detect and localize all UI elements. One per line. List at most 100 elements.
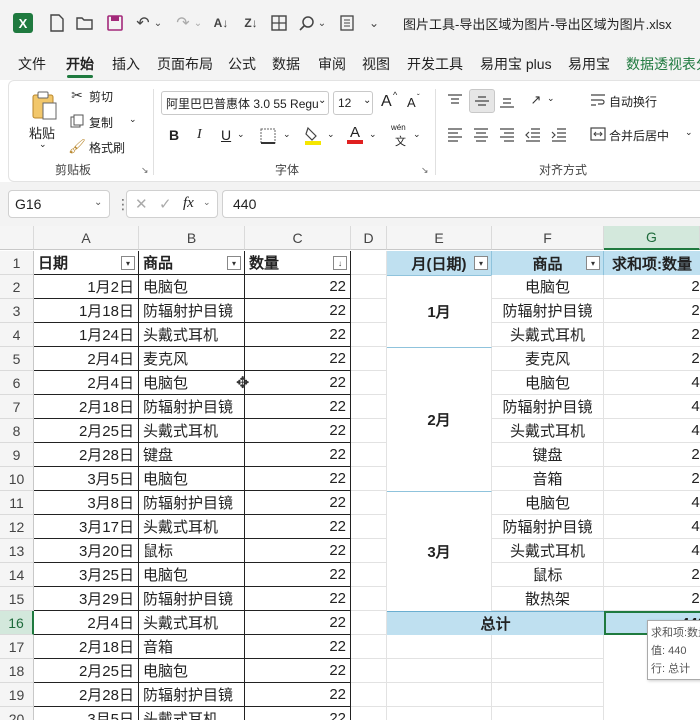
date-cell[interactable]: 3月5日: [34, 467, 139, 491]
row-header-18[interactable]: 18: [0, 659, 34, 683]
product-cell[interactable]: 防辐射护目镜: [139, 587, 245, 611]
date-cell[interactable]: 2月25日: [34, 419, 139, 443]
pivot-sum-cell[interactable]: 22: [604, 563, 700, 587]
pivot-product-cell[interactable]: 音箱: [492, 467, 604, 491]
date-cell[interactable]: 3月8日: [34, 491, 139, 515]
pivot-product-cell[interactable]: 头戴式耳机: [492, 323, 604, 347]
align-top-icon[interactable]: [445, 91, 465, 111]
row-header-16[interactable]: 16: [0, 611, 34, 635]
quantity-cell[interactable]: 22: [245, 275, 351, 299]
product-cell[interactable]: 头戴式耳机: [139, 611, 245, 635]
filter-dropdown-icon[interactable]: ↓: [333, 256, 347, 270]
worksheet-grid[interactable]: A B C D E F G 1 2 3 4 5 6 7 8 9 10 11 12 13 14 15 16 17 18 19 20 日期…: [0, 226, 700, 720]
pivot-product-cell[interactable]: 麦克风: [492, 347, 604, 371]
italic-button[interactable]: I: [197, 127, 202, 143]
borders-icon[interactable]: [268, 12, 290, 34]
tab-view[interactable]: 视图: [362, 54, 390, 74]
date-cell[interactable]: 3月17日: [34, 515, 139, 539]
date-cell[interactable]: 3月29日: [34, 587, 139, 611]
pivot-filter-active-icon[interactable]: ▾: [474, 256, 488, 270]
undo-dropdown-icon[interactable]: ⌄: [152, 12, 164, 34]
column-header-f[interactable]: F: [492, 226, 604, 250]
tab-review[interactable]: 审阅: [318, 54, 346, 74]
bold-button[interactable]: B: [169, 127, 179, 143]
empty-cell[interactable]: [492, 635, 604, 659]
align-center-icon[interactable]: [471, 125, 491, 145]
font-color-icon[interactable]: A: [345, 123, 365, 145]
scissors-icon[interactable]: ✂: [69, 87, 85, 103]
sort-descending-icon[interactable]: Z↓: [240, 12, 262, 34]
empty-cell[interactable]: [351, 275, 387, 299]
empty-cell[interactable]: [387, 659, 492, 683]
date-cell[interactable]: 2月18日: [34, 395, 139, 419]
date-cell[interactable]: 2月18日: [34, 635, 139, 659]
redo-dropdown-icon[interactable]: ⌄: [192, 12, 204, 34]
pivot-sum-cell[interactable]: 22: [604, 347, 700, 371]
empty-cell[interactable]: [351, 587, 387, 611]
empty-cell[interactable]: [351, 251, 387, 275]
shrink-font-button[interactable]: A: [407, 95, 416, 110]
cut-button[interactable]: 剪切: [89, 88, 113, 105]
empty-cell[interactable]: [351, 611, 387, 635]
column-header-b[interactable]: B: [139, 226, 245, 250]
empty-cell[interactable]: [351, 419, 387, 443]
product-cell[interactable]: 电脑包: [139, 467, 245, 491]
product-cell[interactable]: 头戴式耳机: [139, 515, 245, 539]
orientation-icon[interactable]: ↗: [525, 90, 547, 110]
pivot-total-label[interactable]: 总计: [387, 611, 604, 635]
product-cell[interactable]: 电脑包: [139, 275, 245, 299]
row-header-1[interactable]: 1: [0, 251, 34, 275]
find-icon[interactable]: [296, 12, 318, 34]
pivot-product-cell[interactable]: 键盘: [492, 443, 604, 467]
tab-data[interactable]: 数据: [272, 54, 300, 74]
decrease-indent-icon[interactable]: [523, 125, 543, 145]
pivot-product-cell[interactable]: 防辐射护目镜: [492, 395, 604, 419]
tab-home[interactable]: 开始: [66, 54, 94, 74]
font-size-dropdown-icon[interactable]: ⌄: [363, 95, 371, 106]
pivot-product-cell[interactable]: 头戴式耳机: [492, 419, 604, 443]
underline-dropdown-icon[interactable]: ⌄: [237, 129, 245, 140]
increase-indent-icon[interactable]: [549, 125, 569, 145]
pivot-product-cell[interactable]: 电脑包: [492, 275, 604, 299]
fill-color-icon[interactable]: [303, 125, 323, 145]
product-cell[interactable]: 电脑包: [139, 371, 245, 395]
row-header-2[interactable]: 2: [0, 275, 34, 299]
enter-icon[interactable]: ✓: [159, 195, 172, 213]
product-cell[interactable]: 麦克风: [139, 347, 245, 371]
underline-button[interactable]: U: [221, 127, 231, 143]
quantity-cell[interactable]: 22: [245, 395, 351, 419]
merge-dropdown-icon[interactable]: ⌄: [685, 127, 693, 138]
row-header-3[interactable]: 3: [0, 299, 34, 323]
row-header-9[interactable]: 9: [0, 443, 34, 467]
pivot-product-cell[interactable]: 头戴式耳机: [492, 539, 604, 563]
empty-cell[interactable]: [492, 659, 604, 683]
merge-center-icon[interactable]: [589, 125, 607, 143]
redo-icon[interactable]: ↷: [172, 12, 194, 34]
pivot-product-cell[interactable]: 电脑包: [492, 491, 604, 515]
tab-developer[interactable]: 开发工具: [407, 54, 463, 74]
column-header-e[interactable]: E: [387, 226, 492, 250]
product-cell[interactable]: 防辐射护目镜: [139, 299, 245, 323]
quantity-cell[interactable]: 22: [245, 587, 351, 611]
clipboard-launcher-icon[interactable]: ↘: [141, 165, 149, 176]
row-header-8[interactable]: 8: [0, 419, 34, 443]
empty-cell[interactable]: [351, 515, 387, 539]
align-left-icon[interactable]: [445, 125, 465, 145]
format-painter-button[interactable]: 格式刷: [89, 139, 125, 156]
date-cell[interactable]: 1月18日: [34, 299, 139, 323]
select-all-corner[interactable]: [0, 226, 34, 250]
column-header-d[interactable]: D: [351, 226, 387, 250]
filter-dropdown-icon[interactable]: ▾: [227, 256, 241, 270]
quantity-cell[interactable]: 22: [245, 419, 351, 443]
tab-yiyongbao-plus[interactable]: 易用宝 plus: [480, 54, 552, 74]
pivot-product-cell[interactable]: 防辐射护目镜: [492, 299, 604, 323]
empty-cell[interactable]: [492, 683, 604, 707]
empty-cell[interactable]: [351, 347, 387, 371]
wrap-text-icon[interactable]: [589, 91, 607, 109]
align-right-icon[interactable]: [497, 125, 517, 145]
tab-insert[interactable]: 插入: [112, 54, 140, 74]
date-cell[interactable]: 3月5日: [34, 707, 139, 720]
column-header-a[interactable]: A: [34, 226, 139, 250]
empty-cell[interactable]: [387, 683, 492, 707]
row-header-19[interactable]: 19: [0, 683, 34, 707]
